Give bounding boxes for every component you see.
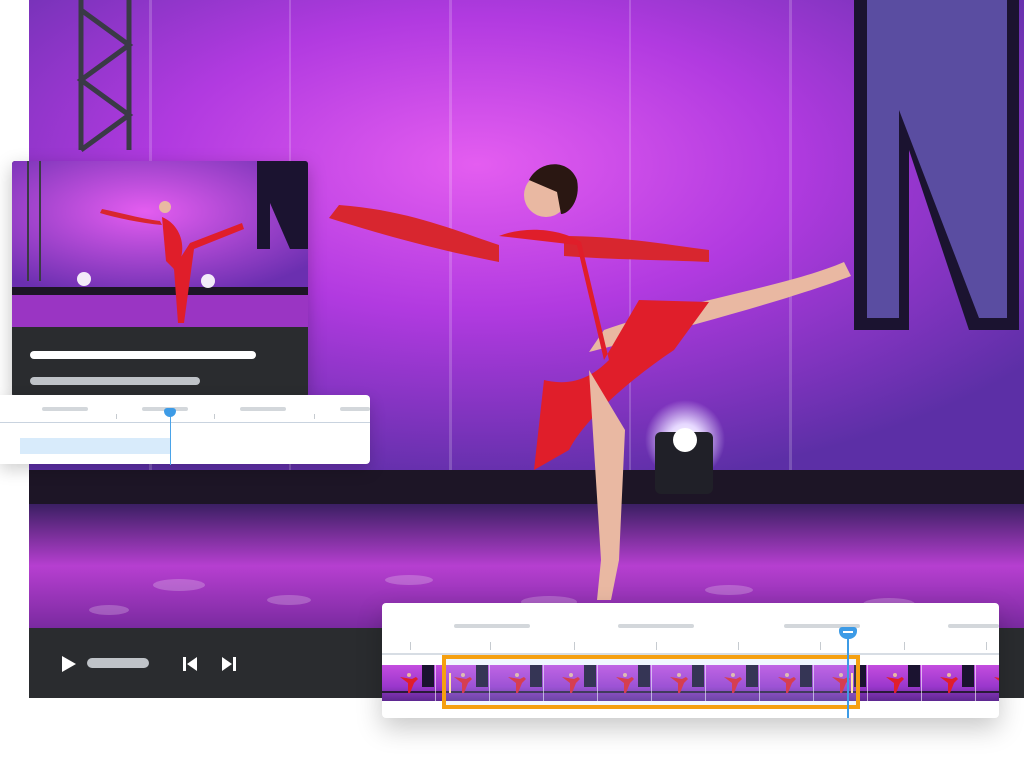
playhead[interactable] bbox=[847, 628, 849, 718]
timeline-tick bbox=[214, 414, 215, 419]
time-label bbox=[454, 624, 530, 628]
timeline-tick bbox=[904, 642, 905, 650]
timeline-tick bbox=[490, 642, 491, 650]
time-display-bar bbox=[87, 658, 149, 668]
timeline-tick bbox=[820, 642, 821, 650]
mini-playhead-handle[interactable] bbox=[164, 408, 176, 417]
time-label bbox=[42, 407, 88, 411]
timeline-tick bbox=[314, 414, 315, 419]
trim-start-handle[interactable] bbox=[449, 673, 451, 693]
timeline-tick bbox=[986, 642, 987, 650]
time-label bbox=[618, 624, 694, 628]
play-icon[interactable] bbox=[57, 653, 79, 675]
time-label bbox=[240, 407, 286, 411]
clip-subtitle-placeholder bbox=[30, 377, 200, 385]
clip-range-bar[interactable] bbox=[20, 438, 170, 454]
clip-selection-range[interactable] bbox=[442, 655, 860, 709]
timeline-tick bbox=[656, 642, 657, 650]
time-label bbox=[340, 407, 370, 411]
clip-thumbnail bbox=[12, 161, 308, 327]
selection-overlay bbox=[446, 659, 856, 705]
mini-timeline[interactable] bbox=[0, 395, 370, 465]
trim-end-handle[interactable] bbox=[851, 673, 853, 693]
skip-forward-icon[interactable] bbox=[218, 653, 240, 675]
clip-preview-card[interactable] bbox=[12, 161, 308, 397]
mini-playhead[interactable] bbox=[170, 409, 171, 465]
skip-back-icon[interactable] bbox=[179, 653, 201, 675]
timeline-axis bbox=[0, 422, 370, 423]
timeline-tick bbox=[116, 414, 117, 419]
time-label bbox=[948, 624, 999, 628]
timeline-tick bbox=[410, 642, 411, 650]
playhead-handle[interactable] bbox=[839, 627, 857, 639]
timeline-tick bbox=[738, 642, 739, 650]
clip-timeline[interactable] bbox=[382, 603, 999, 718]
timeline-tick bbox=[574, 642, 575, 650]
clip-title-placeholder bbox=[30, 351, 256, 359]
